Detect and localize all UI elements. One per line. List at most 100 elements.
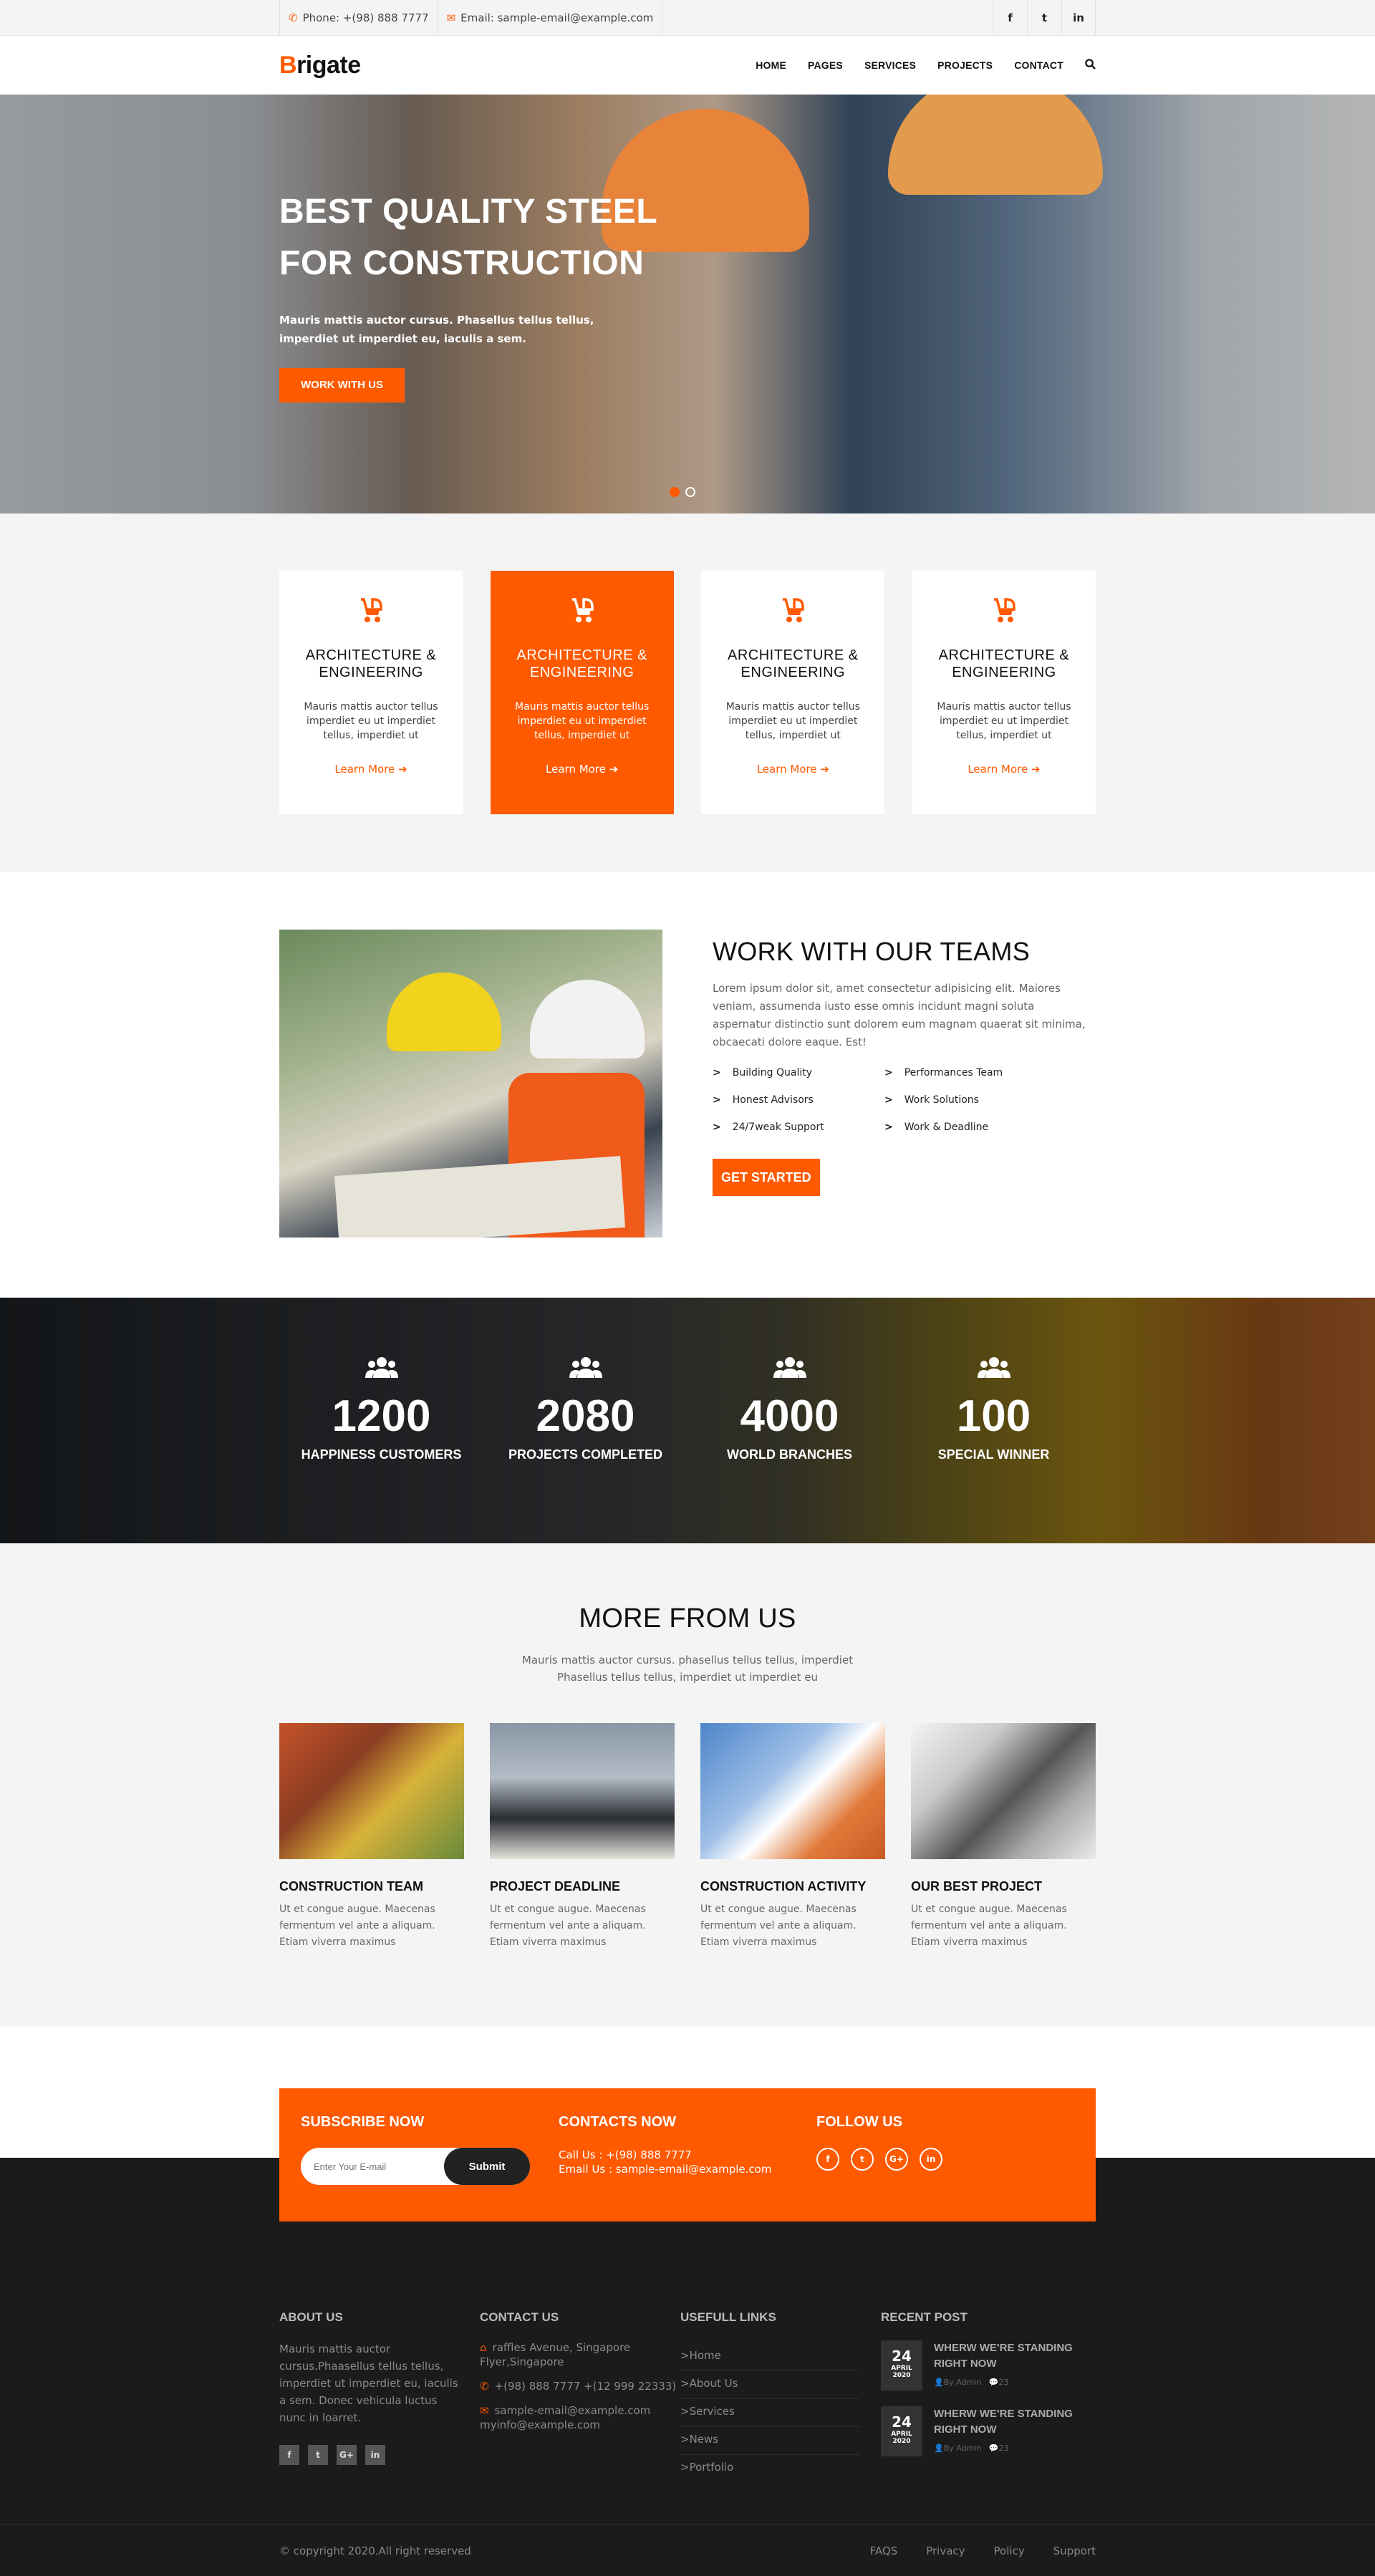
stroller-icon xyxy=(701,597,884,632)
team-title: WORK WITH OUR TEAMS xyxy=(713,937,1031,966)
google-plus-icon[interactable]: G+ xyxy=(337,2445,357,2465)
about-socials: f t G+ in xyxy=(279,2445,480,2465)
footer-link-services[interactable]: >Services xyxy=(680,2399,859,2427)
service-card-active: ARCHITECTURE & ENGINEERING Mauris mattis… xyxy=(490,571,674,814)
recent-post-title[interactable]: WHERW WE'RE STANDING RIGHT NOW xyxy=(934,2406,1081,2438)
counter-label: SPECIAL WINNER xyxy=(937,1447,1050,1462)
post-title[interactable]: PROJECT DEADLINE xyxy=(490,1879,675,1894)
footer: SUBSCRIBE NOW Submit CONTACTS NOW Call U… xyxy=(0,2027,1375,2576)
post-card[interactable]: CONSTRUCTION ACTIVITY Ut et congue augue… xyxy=(700,1723,885,1951)
post-card[interactable]: OUR BEST PROJECT Ut et congue augue. Mae… xyxy=(911,1723,1096,1951)
logo-initial: B xyxy=(279,51,297,79)
service-title: ARCHITECTURE & ENGINEERING xyxy=(305,647,437,680)
service-title: ARCHITECTURE & ENGINEERING xyxy=(516,647,647,680)
copyright-text: © copyright 2020.All right reserved xyxy=(279,2544,471,2557)
twitter-icon[interactable]: t xyxy=(1027,0,1061,36)
get-started-button[interactable]: GET STARTED xyxy=(713,1159,820,1196)
service-card: ARCHITECTURE & ENGINEERING Mauris mattis… xyxy=(912,571,1096,814)
links-title: USEFULL LINKS xyxy=(680,2310,776,2324)
footer-link-news[interactable]: >News xyxy=(680,2427,859,2455)
nav-pages[interactable]: PAGES xyxy=(808,59,843,71)
support-link[interactable]: Support xyxy=(1053,2544,1096,2557)
blueprint-paper xyxy=(334,1156,626,1238)
logo[interactable]: Brigate xyxy=(279,52,361,79)
linkedin-icon[interactable]: in xyxy=(1061,0,1096,36)
feature-item: > Work & Deadline xyxy=(884,1121,989,1133)
service-text: Mauris mattis auctor tellus imperdiet eu… xyxy=(937,701,1071,741)
subscribe-submit-button[interactable]: Submit xyxy=(444,2148,530,2185)
facebook-icon[interactable]: f xyxy=(279,2445,299,2465)
post-image[interactable] xyxy=(490,1723,675,1859)
linkedin-icon[interactable]: in xyxy=(365,2445,385,2465)
footer-recent: RECENT POST 24 APRIL 2020 WHERW WE'RE ST… xyxy=(881,2310,1081,2482)
nav-services[interactable]: SERVICES xyxy=(864,59,916,71)
post-title[interactable]: CONSTRUCTION ACTIVITY xyxy=(700,1879,885,1894)
contact-call[interactable]: Call Us : +(98) 888 7777 xyxy=(559,2148,816,2162)
twitter-icon[interactable]: t xyxy=(851,2148,874,2171)
post-title[interactable]: OUR BEST PROJECT xyxy=(911,1879,1096,1894)
google-plus-icon[interactable]: G+ xyxy=(885,2148,908,2171)
topbar-socials: f t in xyxy=(993,0,1096,36)
subscribe-box: SUBSCRIBE NOW Submit CONTACTS NOW Call U… xyxy=(279,2088,1096,2222)
facebook-icon[interactable]: f xyxy=(993,0,1027,36)
recent-post[interactable]: 24 APRIL 2020 WHERW WE'RE STANDING RIGHT… xyxy=(881,2406,1081,2456)
post-date: 24 APRIL 2020 xyxy=(881,2340,922,2391)
stroller-icon xyxy=(912,597,1096,632)
slider-dots xyxy=(670,487,701,497)
post-text: Ut et congue augue. Maecenas fermentum v… xyxy=(490,1904,646,1948)
nav-contact[interactable]: CONTACT xyxy=(1014,59,1063,71)
post-image[interactable] xyxy=(911,1723,1096,1859)
slider-dot-1[interactable] xyxy=(670,487,680,497)
post-image[interactable] xyxy=(279,1723,464,1859)
phone-icon: ✆ xyxy=(289,11,298,24)
footer-link-portfolio[interactable]: >Portfolio xyxy=(680,2455,859,2482)
subscribe-email-input[interactable] xyxy=(301,2148,444,2185)
post-text: Ut et congue augue. Maecenas fermentum v… xyxy=(279,1904,435,1948)
team-text: Lorem ipsum dolor sit, amet consectetur … xyxy=(713,982,1086,1048)
users-icon xyxy=(688,1356,892,1383)
topbar-phone[interactable]: ✆ Phone: +(98) 888 7777 xyxy=(279,0,438,36)
hero-text: Mauris mattis auctor cursus. Phasellus t… xyxy=(279,314,594,345)
nav-projects[interactable]: PROJECTS xyxy=(937,59,993,71)
chevron-right-icon: > xyxy=(884,1121,893,1133)
post-title[interactable]: CONSTRUCTION TEAM xyxy=(279,1879,464,1894)
twitter-icon[interactable]: t xyxy=(308,2445,328,2465)
topbar-email[interactable]: ✉ Email: sample-email@example.com xyxy=(438,0,663,36)
contact-title: CONTACT US xyxy=(480,2310,559,2324)
follow-column: FOLLOW US f t G+ in xyxy=(816,2114,1074,2222)
main-nav: HOME PAGES SERVICES PROJECTS CONTACT xyxy=(734,59,1096,72)
recent-post[interactable]: 24 APRIL 2020 WHERW WE'RE STANDING RIGHT… xyxy=(881,2340,1081,2391)
facebook-icon[interactable]: f xyxy=(816,2148,839,2171)
post-image[interactable] xyxy=(700,1723,885,1859)
learn-more-link[interactable]: Learn More ➔ xyxy=(279,763,463,776)
more-section: MORE FROM US Mauris mattis auctor cursus… xyxy=(0,1543,1375,2027)
about-text: Mauris mattis auctor cursus.Phaasellus t… xyxy=(279,2343,458,2424)
post-card[interactable]: CONSTRUCTION TEAM Ut et congue augue. Ma… xyxy=(279,1723,464,1951)
learn-more-link[interactable]: Learn More ➔ xyxy=(491,763,674,776)
nav-home[interactable]: HOME xyxy=(756,59,786,71)
follow-socials: f t G+ in xyxy=(816,2148,1074,2171)
more-title: MORE FROM US xyxy=(579,1603,796,1634)
policy-link[interactable]: Policy xyxy=(994,2544,1025,2557)
footer-link-about[interactable]: >About Us xyxy=(680,2371,859,2399)
privacy-link[interactable]: Privacy xyxy=(926,2544,965,2557)
linkedin-icon[interactable]: in xyxy=(920,2148,942,2171)
work-with-us-button[interactable]: WORK WITH US xyxy=(279,368,405,402)
faqs-link[interactable]: FAQS xyxy=(870,2544,898,2557)
footer-link-home[interactable]: >Home xyxy=(680,2343,859,2371)
search-icon[interactable] xyxy=(1085,59,1096,72)
learn-more-link[interactable]: Learn More ➔ xyxy=(701,763,884,776)
subscribe-form: Submit xyxy=(301,2148,530,2185)
contact-email[interactable]: Email Us : sample-email@example.com xyxy=(559,2162,816,2176)
slider-dot-2[interactable] xyxy=(685,487,695,497)
counter-number: 100 xyxy=(956,1391,1031,1441)
post-card[interactable]: PROJECT DEADLINE Ut et congue augue. Mae… xyxy=(490,1723,675,1951)
recent-post-title[interactable]: WHERW WE'RE STANDING RIGHT NOW xyxy=(934,2340,1081,2372)
feature-item: > Building Quality xyxy=(713,1067,813,1079)
feature-list: > Building Quality > Performances Team > Ho… xyxy=(713,1067,1096,1133)
hero-title: BEST QUALITY STEEL FOR CONSTRUCTION xyxy=(279,193,657,282)
follow-title: FOLLOW US xyxy=(816,2114,902,2130)
user-icon: 👤 xyxy=(934,2444,944,2453)
footer-links: USEFULL LINKS >Home >About Us >Services … xyxy=(680,2310,881,2482)
learn-more-link[interactable]: Learn More ➔ xyxy=(912,763,1096,776)
